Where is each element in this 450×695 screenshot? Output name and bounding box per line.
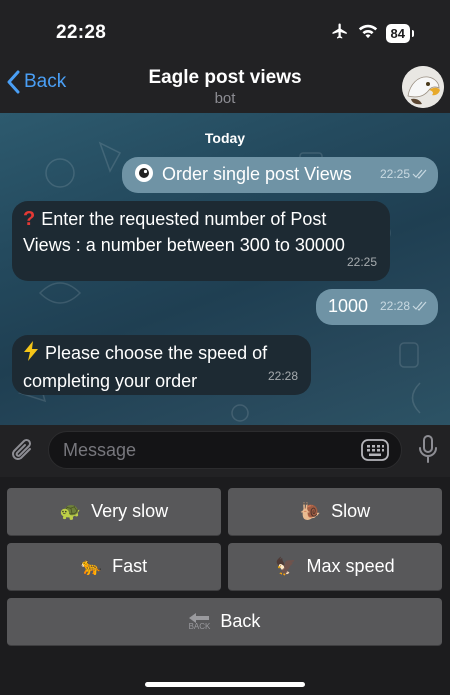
message-text: Order single post Views: [162, 164, 352, 184]
message-meta: 22:25: [380, 161, 428, 187]
message-meta: 22:25: [347, 249, 377, 275]
double-check-icon: [412, 169, 427, 179]
button-label: Back: [220, 611, 261, 631]
paperclip-icon[interactable]: [10, 437, 36, 470]
status-icons: 84: [330, 22, 415, 45]
keyboard-icon[interactable]: [361, 438, 389, 467]
message-time: 22:25: [379, 167, 410, 181]
turtle-icon: 🐢: [59, 501, 82, 521]
lightning-icon: [23, 341, 39, 368]
back-arrow-icon: BACK: [188, 612, 211, 631]
message-text: Enter the requested number of Post: [41, 209, 327, 229]
message-time: 22:28: [267, 369, 298, 383]
button-label: Fast: [112, 556, 148, 576]
message-line: Views : a number between 300 to 30000: [23, 235, 345, 255]
message-input-container[interactable]: [48, 431, 402, 469]
message-time: 22:28: [379, 299, 410, 313]
bot-reply-keyboard: 🐢 Very slow 🐌 Slow 🐆 Fast 🦅 Max speed BA…: [0, 477, 450, 695]
fast-button[interactable]: 🐆 Fast: [7, 543, 221, 591]
message-outgoing[interactable]: Order single post Views 22:25: [122, 157, 438, 193]
message-line: ? Enter the requested number of Post: [23, 206, 390, 232]
message-meta: 22:28: [268, 363, 298, 389]
message-composer: [0, 425, 450, 477]
very-slow-button[interactable]: 🐢 Very slow: [7, 488, 221, 536]
back-badge-text: BACK: [188, 621, 211, 631]
chat-subtitle: bot: [214, 90, 236, 107]
keyboard-back-button[interactable]: BACK Back: [7, 598, 442, 646]
leopard-icon: 🐆: [80, 556, 103, 576]
message-incoming[interactable]: Please choose the speed of completing yo…: [12, 335, 311, 395]
snail-icon: 🐌: [299, 501, 322, 521]
message-incoming[interactable]: ? Enter the requested number of Post View…: [12, 201, 390, 281]
slow-button[interactable]: 🐌 Slow: [228, 488, 442, 536]
wifi-icon: [358, 23, 378, 44]
chat-area[interactable]: Today Order single post Views 22:25 ? Ent…: [0, 113, 450, 425]
message-text: 1000: [328, 296, 369, 316]
message-outgoing[interactable]: 1000 22:28: [316, 289, 438, 325]
date-separator: Today: [204, 130, 246, 146]
eye-icon: [134, 163, 154, 190]
eagle-icon: 🦅: [275, 556, 297, 576]
status-time: 22:28: [56, 22, 107, 43]
max-speed-button[interactable]: 🦅 Max speed: [228, 543, 442, 591]
battery-icon: 84: [385, 24, 415, 43]
question-icon: ?: [23, 208, 36, 230]
message-meta: 22:28: [380, 293, 428, 319]
message-text: Please choose the speed of: [45, 343, 268, 363]
button-label: Slow: [331, 501, 371, 521]
chat-header: Back Eagle post views bot: [0, 62, 450, 113]
microphone-icon[interactable]: [418, 435, 438, 470]
airplane-icon: [330, 22, 350, 45]
chat-title[interactable]: Eagle post views: [0, 67, 450, 89]
eagle-avatar-icon: [402, 66, 444, 108]
message-input[interactable]: [49, 432, 349, 468]
button-label: Max speed: [306, 556, 395, 576]
status-bar: 22:28 84: [0, 0, 450, 62]
home-indicator[interactable]: [145, 682, 305, 687]
double-check-icon: [412, 301, 427, 311]
button-label: Very slow: [91, 501, 169, 521]
message-time: 22:25: [346, 255, 377, 269]
bot-avatar[interactable]: [402, 66, 444, 108]
